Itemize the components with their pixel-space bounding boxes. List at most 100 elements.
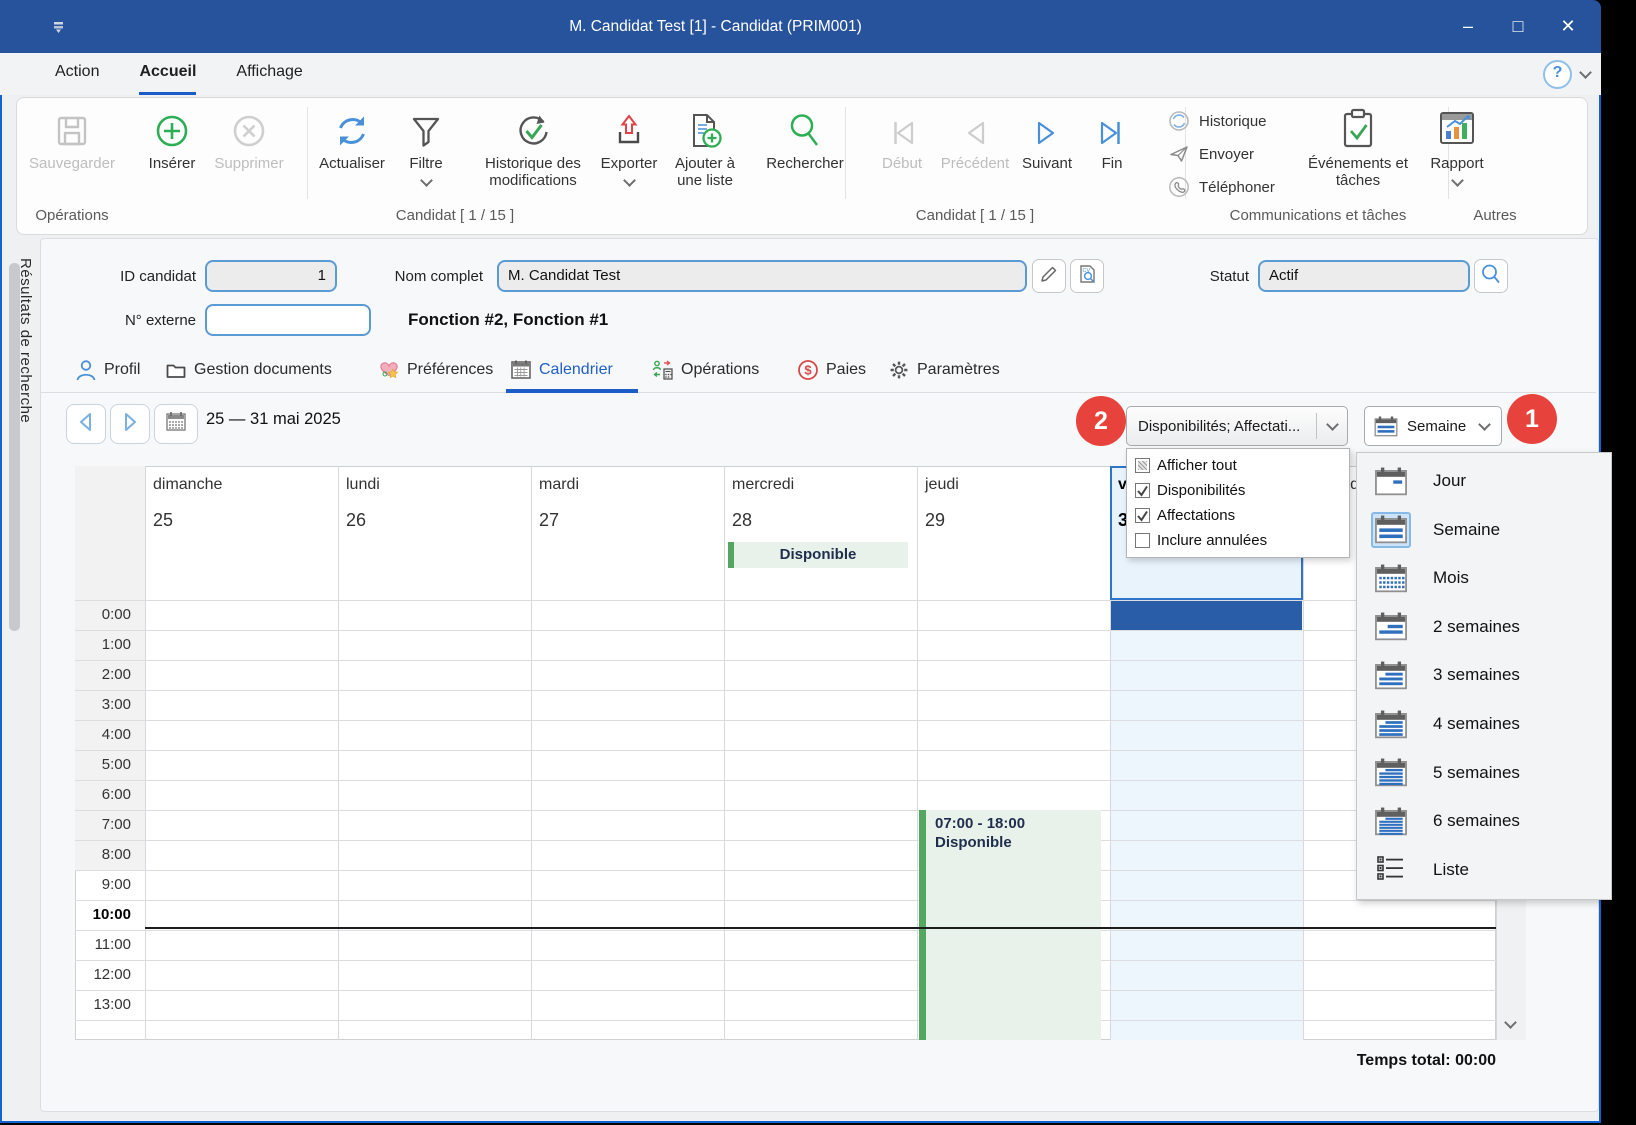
svg-text:$: $ xyxy=(804,363,812,378)
grid-row-line xyxy=(75,720,1496,721)
selected-day-column[interactable] xyxy=(1110,600,1303,1040)
cal-month-icon xyxy=(1371,560,1411,596)
view-option-label: Mois xyxy=(1433,568,1469,588)
cal-2weeks-icon xyxy=(1371,609,1411,645)
allday-availability-event[interactable]: Disponible xyxy=(728,542,908,568)
hour-label: 12:00 xyxy=(75,966,131,983)
event-label: Disponible xyxy=(728,542,908,568)
step-badge-1: 1 xyxy=(1507,394,1557,444)
preferences-icon xyxy=(378,359,400,381)
grid-column-line xyxy=(338,466,339,1040)
view-option-semaine[interactable]: Semaine xyxy=(1357,506,1611,554)
view-option-label: 5 semaines xyxy=(1433,763,1520,783)
tab-operations[interactable]: Opérations xyxy=(652,348,759,392)
day-date: 28 xyxy=(732,510,752,531)
filter-option-inclure-annulees[interactable]: Inclure annulées xyxy=(1127,528,1349,553)
view-option-6-semaines[interactable]: 6 semaines xyxy=(1357,797,1611,845)
grid-column-line xyxy=(531,466,532,1040)
grid-column-line xyxy=(145,466,146,1040)
hour-label: 0:00 xyxy=(75,606,131,623)
view-dropdown-menu: Jour Semaine Mois 2 semaines 3 semaines … xyxy=(1356,452,1612,900)
hour-label: 9:00 xyxy=(75,876,131,893)
grid-column-line xyxy=(724,466,725,1040)
calendar-tab-icon xyxy=(510,359,532,381)
day-date: 26 xyxy=(346,510,366,531)
grid-row-line xyxy=(75,780,1496,781)
grid-row-line xyxy=(75,750,1496,751)
tab-calendrier[interactable]: Calendrier xyxy=(510,348,613,392)
scroll-down-icon[interactable] xyxy=(1504,1016,1517,1029)
filter-dropdown-menu: Afficher tout Disponibilités Affectation… xyxy=(1126,448,1350,558)
profile-icon xyxy=(75,359,97,381)
view-option-label: 2 semaines xyxy=(1433,617,1520,637)
filter-option-label: Disponibilités xyxy=(1157,482,1245,499)
view-option-jour[interactable]: Jour xyxy=(1357,457,1611,505)
filter-option-affectations[interactable]: Affectations xyxy=(1127,503,1349,528)
grid-row-line xyxy=(75,1020,1496,1021)
operations-icon xyxy=(652,359,674,381)
checkbox-checked-icon[interactable] xyxy=(1135,483,1150,498)
view-option-5-semaines[interactable]: 5 semaines xyxy=(1357,749,1611,797)
checkbox-indeterminate-icon[interactable] xyxy=(1135,458,1150,473)
day-header-dimanche: dimanche xyxy=(153,476,222,494)
view-option-4-semaines[interactable]: 4 semaines xyxy=(1357,700,1611,748)
grid-row-line xyxy=(75,990,1496,991)
hour-label: 1:00 xyxy=(75,636,131,653)
grid-row-line xyxy=(75,660,1496,661)
day-date: 25 xyxy=(153,510,173,531)
hour-label: 5:00 xyxy=(75,756,131,773)
tab-parametres[interactable]: Paramètres xyxy=(888,348,1000,392)
grid-column-line xyxy=(917,466,918,1040)
day-date: 29 xyxy=(925,510,945,531)
hour-label: 4:00 xyxy=(75,726,131,743)
hour-label: 7:00 xyxy=(75,816,131,833)
screenshot-stage: M. Candidat Test [1] - Candidat (PRIM001… xyxy=(0,0,1636,1125)
tab-gestion-documents[interactable]: Gestion documents xyxy=(165,348,332,392)
tab-preferences[interactable]: Préférences xyxy=(378,348,493,392)
filter-option-disponibilites[interactable]: Disponibilités xyxy=(1127,478,1349,503)
list-view-icon xyxy=(1371,852,1411,888)
grid-row-line xyxy=(75,960,1496,961)
filter-option-label: Affectations xyxy=(1157,507,1235,524)
event-time: 07:00 - 18:00 xyxy=(935,815,1101,832)
settings-icon xyxy=(888,359,910,381)
pay-icon: $ xyxy=(797,359,819,381)
hour-label: 13:00 xyxy=(75,996,131,1013)
hour-label: 6:00 xyxy=(75,786,131,803)
grid-row-line xyxy=(75,810,1496,811)
timed-availability-event[interactable]: 07:00 - 18:00 Disponible xyxy=(919,810,1101,1040)
tab-profil[interactable]: Profil xyxy=(75,348,140,392)
view-option-label: Liste xyxy=(1433,860,1469,880)
sidebar-search-results-tab[interactable]: Résultats de recherche xyxy=(17,258,34,642)
view-option-label: 6 semaines xyxy=(1433,811,1520,831)
hour-label: 8:00 xyxy=(75,846,131,863)
checkbox-checked-icon[interactable] xyxy=(1135,508,1150,523)
cal-week-icon xyxy=(1371,512,1411,548)
hour-label: 11:00 xyxy=(75,936,131,953)
view-option-label: 3 semaines xyxy=(1433,665,1520,685)
documents-icon xyxy=(165,359,187,381)
view-option-liste[interactable]: Liste xyxy=(1357,846,1611,894)
hour-label: 2:00 xyxy=(75,666,131,683)
current-time-line xyxy=(145,927,1496,929)
view-option-mois[interactable]: Mois xyxy=(1357,554,1611,602)
cal-6weeks-icon xyxy=(1371,803,1411,839)
filter-option-label: Inclure annulées xyxy=(1157,532,1267,549)
filter-option-label: Afficher tout xyxy=(1157,457,1237,474)
selected-time-slot[interactable] xyxy=(1111,600,1302,630)
cal-5weeks-icon xyxy=(1371,755,1411,791)
grid-row-line xyxy=(75,690,1496,691)
view-option-label: Jour xyxy=(1433,471,1466,491)
view-option-2-semaines[interactable]: 2 semaines xyxy=(1357,603,1611,651)
day-header-lundi: lundi xyxy=(346,476,380,494)
grid-row-line xyxy=(75,900,1496,901)
tab-paies[interactable]: $ Paies xyxy=(797,348,866,392)
grid-row-line xyxy=(75,870,1496,871)
day-header-mardi: mardi xyxy=(539,476,579,494)
day-date: 27 xyxy=(539,510,559,531)
checkbox-unchecked-icon[interactable] xyxy=(1135,533,1150,548)
event-label: Disponible xyxy=(935,834,1101,851)
filter-option-afficher-tout[interactable]: Afficher tout xyxy=(1127,453,1349,478)
cal-day-icon xyxy=(1371,463,1411,499)
view-option-3-semaines[interactable]: 3 semaines xyxy=(1357,651,1611,699)
